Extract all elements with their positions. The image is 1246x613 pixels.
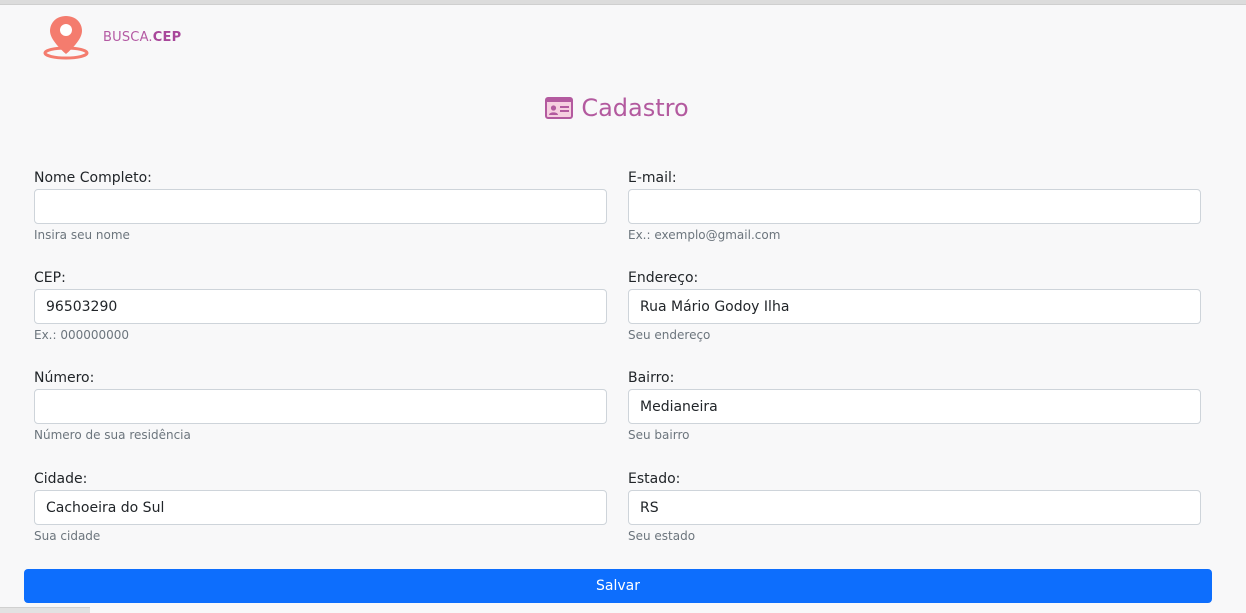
email-input[interactable] [628, 189, 1201, 224]
cep-label: CEP: [34, 270, 66, 286]
cep-input[interactable] [34, 289, 607, 324]
estado-help: Seu estado [628, 529, 696, 543]
horizontal-scrollbar[interactable] [0, 607, 90, 613]
map-pin-icon [43, 16, 89, 60]
numero-help: Número de sua residência [34, 428, 191, 442]
nome-input[interactable] [34, 189, 607, 224]
brand-name-prefix: BUSCA. [103, 30, 153, 45]
nome-label: Nome Completo: [34, 170, 152, 186]
estado-input[interactable] [628, 490, 1201, 525]
save-button[interactable]: Salvar [24, 569, 1212, 603]
brand-name-suffix: CEP [152, 30, 182, 45]
browser-top-rule [0, 0, 1246, 5]
email-help: Ex.: exemplo@gmail.com [628, 228, 781, 242]
estado-label: Estado: [628, 471, 681, 487]
endereco-label: Endereço: [628, 270, 699, 286]
cep-help: Ex.: 000000000 [34, 328, 130, 342]
cidade-label: Cidade: [34, 471, 88, 487]
cidade-input[interactable] [34, 490, 607, 525]
bairro-input[interactable] [628, 389, 1201, 424]
page-title: Cadastro [0, 94, 1234, 122]
endereco-input[interactable] [628, 289, 1201, 324]
bairro-label: Bairro: [628, 370, 675, 386]
nome-help: Insira seu nome [34, 228, 130, 242]
cidade-help: Sua cidade [34, 529, 101, 543]
numero-label: Número: [34, 370, 95, 386]
bairro-help: Seu bairro [628, 428, 690, 442]
brand-logo[interactable]: BUSCA.CEP [42, 14, 181, 60]
brand-name: BUSCA.CEP [103, 30, 181, 45]
email-label: E-mail: [628, 170, 677, 186]
numero-input[interactable] [34, 389, 607, 424]
page-title-text: Cadastro [581, 94, 689, 122]
endereco-help: Seu endereço [628, 328, 711, 342]
id-card-icon [545, 97, 574, 119]
